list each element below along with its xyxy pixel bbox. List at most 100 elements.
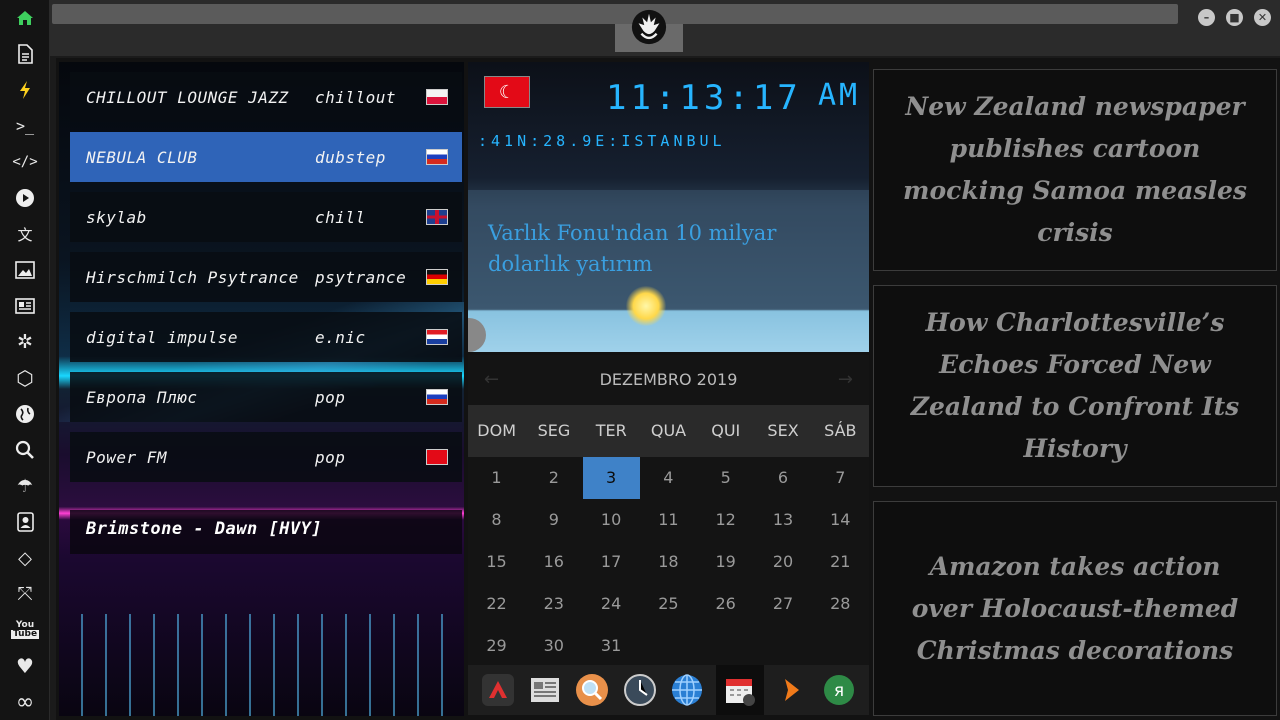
calendar-day[interactable]: 2: [525, 457, 582, 499]
clock-time: 11:13:17: [606, 78, 802, 118]
germany-flag-icon: [426, 269, 448, 285]
calendar-day[interactable]: 22: [468, 583, 525, 625]
calendar-day[interactable]: 8: [468, 499, 525, 541]
hexagon-icon[interactable]: ⬡: [13, 366, 37, 390]
calendar-widget: ← DEZEMBRO 2019 → DOM SEG TER QUA QUI SEX SÁB …: [468, 355, 869, 665]
search-app-icon[interactable]: [573, 671, 611, 709]
app-dock: я: [468, 665, 869, 715]
station-name: digital impulse: [86, 327, 238, 347]
contact-icon[interactable]: [13, 510, 37, 534]
calendar-day[interactable]: 26: [697, 583, 754, 625]
document-icon[interactable]: [13, 42, 37, 66]
calendar-day[interactable]: 15: [468, 541, 525, 583]
station-genre: psytrance: [315, 267, 407, 287]
arrow-app-icon[interactable]: [773, 671, 811, 709]
calendar-day[interactable]: 7: [812, 457, 869, 499]
station-name: NEBULA CLUB: [86, 147, 198, 167]
calendar-day[interactable]: 13: [755, 499, 812, 541]
settings-wheel-icon[interactable]: ✲: [13, 330, 37, 354]
croatia-flag-icon: [426, 329, 448, 345]
station-genre: pop: [315, 387, 346, 407]
station-name: Европа Плюс: [86, 387, 198, 407]
turkey-flag-icon: ☾: [484, 76, 530, 108]
station-genre: chill: [315, 207, 366, 227]
news-panel-2[interactable]: How Charlottesville’s Echoes Forced New …: [873, 285, 1277, 487]
now-playing-label: Brimstone - Dawn [HVY]: [70, 510, 462, 554]
yandex-icon[interactable]: я: [820, 671, 858, 709]
calendar-day[interactable]: 5: [697, 457, 754, 499]
station-row[interactable]: Hirschmilch Psytrance psytrance: [70, 252, 462, 302]
next-month-button[interactable]: →: [838, 355, 853, 405]
clock-ampm: AM: [818, 78, 861, 113]
image-icon[interactable]: [13, 258, 37, 282]
calendar-day[interactable]: 4: [640, 457, 697, 499]
station-row[interactable]: Европа Плюс pop: [70, 372, 462, 422]
terminal-icon[interactable]: >_: [13, 114, 37, 138]
calendar-day[interactable]: 3: [582, 457, 640, 499]
weekday-label: SEG: [537, 421, 571, 440]
lightning-icon[interactable]: [13, 78, 37, 102]
calendar-day[interactable]: 6: [755, 457, 812, 499]
calendar-day[interactable]: 9: [525, 499, 582, 541]
news-panel-1[interactable]: New Zealand newspaper publishes cartoon …: [873, 69, 1277, 271]
clock-app-icon[interactable]: [621, 671, 659, 709]
station-name: Power FM: [86, 447, 168, 467]
station-row[interactable]: Power FM pop: [70, 432, 462, 482]
calendar-day[interactable]: 19: [697, 541, 754, 583]
station-row[interactable]: skylab chill: [70, 192, 462, 242]
umbrella-icon[interactable]: ☂: [13, 474, 37, 498]
calendar-day[interactable]: 14: [812, 499, 869, 541]
search-icon[interactable]: [13, 438, 37, 462]
news-app-icon[interactable]: [526, 671, 564, 709]
home-icon[interactable]: [13, 6, 37, 30]
calendar-day[interactable]: 18: [640, 541, 697, 583]
tag-icon[interactable]: ◇: [13, 546, 37, 570]
calendar-day[interactable]: 25: [640, 583, 697, 625]
code-icon[interactable]: </>: [12, 150, 37, 174]
station-genre: chillout: [315, 87, 397, 107]
calendar-app-icon[interactable]: [715, 665, 764, 715]
calendar-day[interactable]: 17: [583, 541, 640, 583]
close-button[interactable]: ✕: [1254, 9, 1271, 26]
calendar-day[interactable]: 31: [583, 625, 640, 667]
calendar-day[interactable]: 23: [525, 583, 582, 625]
station-row[interactable]: CHILLOUT LOUNGE JAZZ chillout: [70, 72, 462, 122]
calendar-day[interactable]: 28: [812, 583, 869, 625]
calendar-day[interactable]: 11: [640, 499, 697, 541]
fullscreen-icon[interactable]: ⤧: [13, 582, 37, 606]
calendar-day[interactable]: 16: [525, 541, 582, 583]
calendar-day[interactable]: 12: [697, 499, 754, 541]
poland-flag-icon: [426, 89, 448, 105]
weekday-label: SEX: [767, 421, 799, 440]
translate-icon[interactable]: 文: [13, 222, 37, 246]
station-name: skylab: [86, 207, 147, 227]
newspaper-icon[interactable]: [13, 294, 37, 318]
vivaldi-icon[interactable]: [479, 671, 517, 709]
news-panel-3[interactable]: Amazon takes action over Holocaust-theme…: [873, 501, 1277, 716]
infinity-icon[interactable]: ∞: [13, 690, 37, 715]
calendar-day[interactable]: 29: [468, 625, 525, 667]
turkey-flag-icon: [426, 449, 448, 465]
station-row[interactable]: NEBULA CLUB dubstep: [70, 132, 462, 182]
window-title-bar[interactable]: [52, 4, 1178, 24]
calendar-day[interactable]: 21: [812, 541, 869, 583]
calendar-day[interactable]: 24: [583, 583, 640, 625]
weekday-label: QUA: [650, 421, 687, 440]
station-row[interactable]: digital impulse e.nic: [70, 312, 462, 362]
calendar-day[interactable]: 1: [468, 457, 525, 499]
calendar-day[interactable]: 30: [525, 625, 582, 667]
calendar-day[interactable]: 20: [755, 541, 812, 583]
minimize-button[interactable]: –: [1198, 9, 1215, 26]
heart-icon[interactable]: ♥: [13, 654, 37, 678]
weekday-label: TER: [595, 421, 627, 440]
globe-icon[interactable]: [13, 402, 37, 426]
calendar-day[interactable]: 10: [583, 499, 640, 541]
play-icon[interactable]: [13, 186, 37, 210]
station-genre: pop: [315, 447, 346, 467]
browser-globe-icon[interactable]: [668, 671, 706, 709]
calendar-day[interactable]: 27: [755, 583, 812, 625]
maximize-button[interactable]: ■: [1226, 9, 1243, 26]
clock-headline[interactable]: Varlık Fonu'ndan 10 milyar dolarlık yatı…: [488, 218, 858, 280]
russia-flag-icon: [426, 149, 448, 165]
youtube-icon[interactable]: You Tube: [10, 618, 40, 642]
